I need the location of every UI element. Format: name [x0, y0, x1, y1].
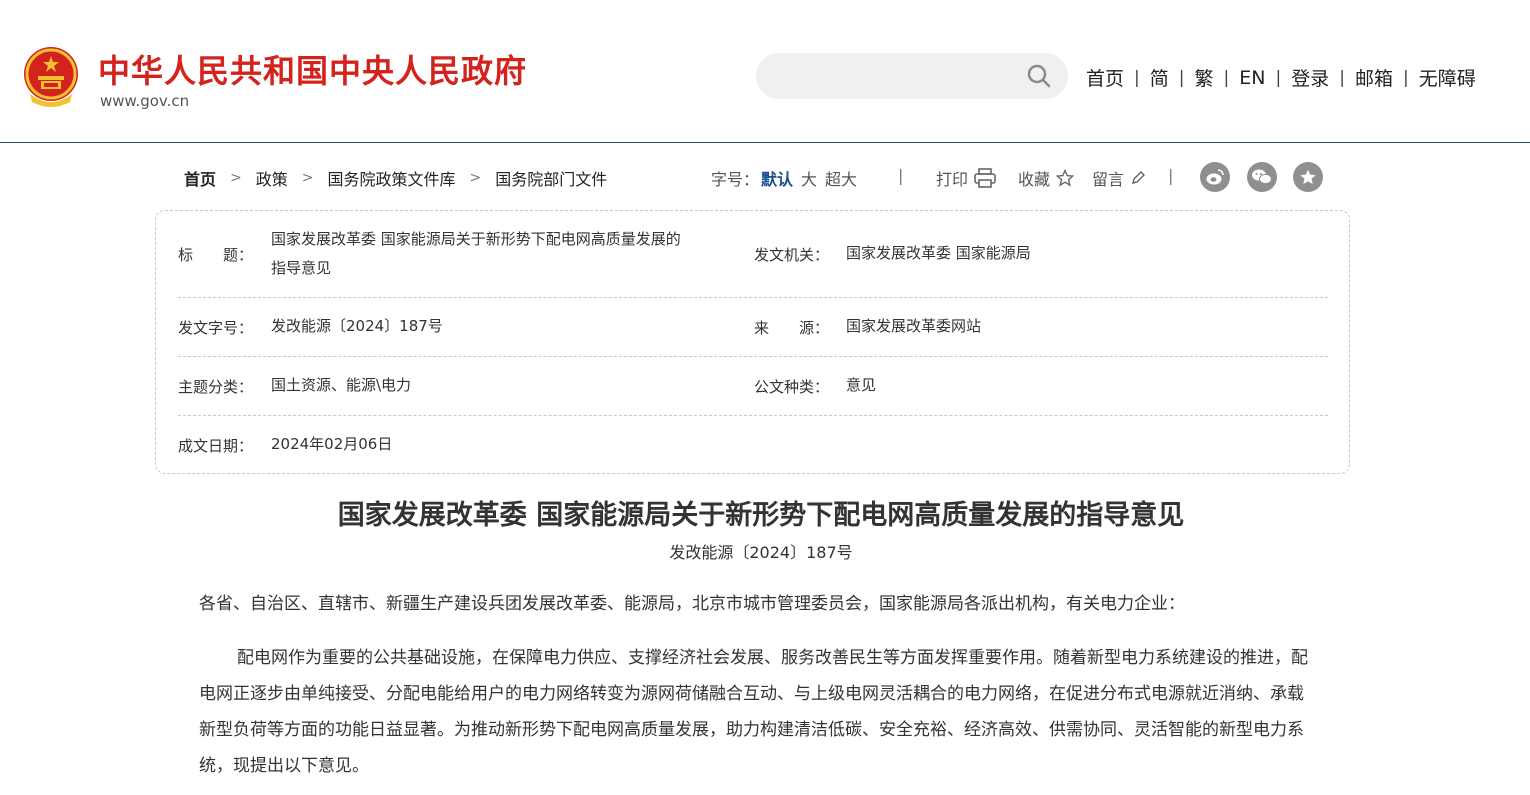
nav-simplified[interactable]: 简 — [1150, 64, 1169, 91]
docno-value: 发改能源〔2024〕187号 — [271, 317, 443, 335]
article-doc-number: 发改能源〔2024〕187号 — [669, 543, 853, 562]
print-button[interactable]: 打印 — [936, 166, 996, 190]
weibo-share-button[interactable] — [1200, 162, 1230, 192]
doc-type-value: 意见 — [846, 376, 877, 394]
info-row-docno: 发文字号： 发改能源〔2024〕187号 来 源： 国家发展改革委网站 — [178, 298, 1328, 357]
issuer-label: 发文机关： — [754, 246, 830, 264]
print-label: 打印 — [936, 170, 969, 189]
weibo-icon — [1206, 169, 1224, 185]
nav-separator: | — [1178, 67, 1185, 88]
article-title: 国家发展改革委 国家能源局关于新形势下配电网高质量发展的指导意见 — [337, 500, 1185, 531]
font-size-large[interactable]: 大 — [801, 170, 817, 189]
article-recipients: 各省、自治区、直辖市、新疆生产建设兵团发展改革委、能源局，北京市城市管理委员会，… — [199, 594, 1185, 614]
wechat-share-button[interactable] — [1247, 162, 1277, 192]
breadcrumb-policy[interactable]: 政策 — [256, 166, 288, 190]
title-label: 标 题： — [178, 246, 254, 264]
font-size-xlarge[interactable]: 超大 — [825, 170, 857, 189]
favorite-label: 收藏 — [1018, 170, 1051, 189]
topic-label: 主题分类： — [178, 378, 254, 396]
title-value-line1: 国家发展改革委 国家能源局关于新形势下配电网高质量发展的 — [271, 230, 681, 248]
search-icon[interactable] — [1026, 63, 1052, 89]
source-label: 来 源： — [754, 319, 830, 337]
site-domain: www.gov.cn — [100, 92, 190, 110]
search-box — [756, 53, 1068, 99]
chevron-right-icon: > — [230, 170, 242, 186]
nav-separator: | — [1339, 67, 1345, 88]
national-emblem-icon[interactable] — [20, 44, 82, 110]
article-paragraph: 配电网作为重要的公共基础设施，在保障电力供应、支撑经济社会发展、服务改善民生等方… — [199, 648, 1308, 776]
info-row-topic: 主题分类： 国土资源、能源\电力 公文种类： 意见 — [178, 357, 1328, 416]
article-body: 各省、自治区、直辖市、新疆生产建设兵团发展改革委、能源局，北京市城市管理委员会，… — [199, 588, 1319, 784]
nav-traditional[interactable]: 繁 — [1195, 64, 1214, 91]
comment-label: 留言 — [1092, 170, 1125, 189]
source-value: 国家发展改革委网站 — [846, 317, 982, 335]
pencil-icon — [1132, 171, 1146, 184]
nav-separator: | — [1275, 67, 1282, 88]
search-input[interactable] — [776, 63, 1016, 89]
nav-login[interactable]: 登录 — [1291, 64, 1329, 91]
info-row-date: 成文日期： 2024年02月06日 — [178, 416, 1328, 475]
font-size-label: 字号： — [711, 170, 760, 189]
nav-separator: | — [1223, 67, 1230, 88]
chevron-right-icon: > — [301, 170, 314, 186]
breadcrumb: 首页 > 政策 > 国务院政策文件库 > 国务院部门文件 — [184, 166, 607, 190]
document-info-table: 标 题： 国家发展改革委 国家能源局关于新形势下配电网高质量发展的 指导意见 发… — [155, 210, 1350, 474]
toolbar-separator: | — [898, 166, 904, 185]
nav-separator: | — [1402, 67, 1409, 88]
star-share-button[interactable] — [1293, 162, 1323, 192]
date-label: 成文日期： — [178, 437, 254, 455]
comment-button[interactable]: 留言 — [1092, 166, 1146, 190]
font-size-default[interactable]: 默认 — [761, 170, 793, 189]
docno-label: 发文字号： — [178, 319, 254, 337]
toolbar: 首页 > 政策 > 国务院政策文件库 > 国务院部门文件 字号： 默认大超大 | … — [184, 162, 1334, 192]
topic-value: 国土资源、能源\电力 — [271, 376, 412, 394]
breadcrumb-department-docs[interactable]: 国务院部门文件 — [495, 166, 607, 190]
breadcrumb-policy-library[interactable]: 国务院政策文件库 — [328, 166, 456, 190]
nav-mail[interactable]: 邮箱 — [1355, 64, 1393, 91]
title-value-line2: 指导意见 — [271, 259, 332, 277]
nav-english[interactable]: EN — [1239, 67, 1265, 89]
star-icon — [1056, 169, 1075, 187]
wechat-icon — [1252, 169, 1272, 185]
nav-home[interactable]: 首页 — [1086, 64, 1124, 91]
title-value: 国家发展改革委 国家能源局关于新形势下配电网高质量发展的 指导意见 — [271, 225, 751, 283]
site-header: 中华人民共和国中央人民政府 www.gov.cn 首页 | 简 | 繁 | EN… — [0, 0, 1530, 143]
chevron-right-icon: > — [469, 170, 482, 186]
nav-separator: | — [1134, 67, 1140, 88]
toolbar-separator: | — [1168, 166, 1174, 185]
printer-icon — [974, 168, 996, 188]
issuer-value: 国家发展改革委 国家能源局 — [846, 244, 1031, 262]
nav-accessibility[interactable]: 无障碍 — [1419, 64, 1476, 91]
info-row-title: 标 题： 国家发展改革委 国家能源局关于新形势下配电网高质量发展的 指导意见 发… — [178, 225, 1328, 298]
breadcrumb-home[interactable]: 首页 — [184, 166, 216, 190]
top-nav: 首页 | 简 | 繁 | EN | 登录 | 邮箱 | 无障碍 — [1086, 64, 1476, 91]
site-name[interactable]: 中华人民共和国中央人民政府 — [98, 46, 527, 92]
font-size-switcher: 字号： 默认大超大 — [711, 166, 857, 190]
doc-type-label: 公文种类： — [754, 378, 830, 396]
star-share-icon — [1300, 169, 1316, 185]
date-value: 2024年02月06日 — [271, 435, 393, 453]
favorite-button[interactable]: 收藏 — [1018, 166, 1075, 190]
